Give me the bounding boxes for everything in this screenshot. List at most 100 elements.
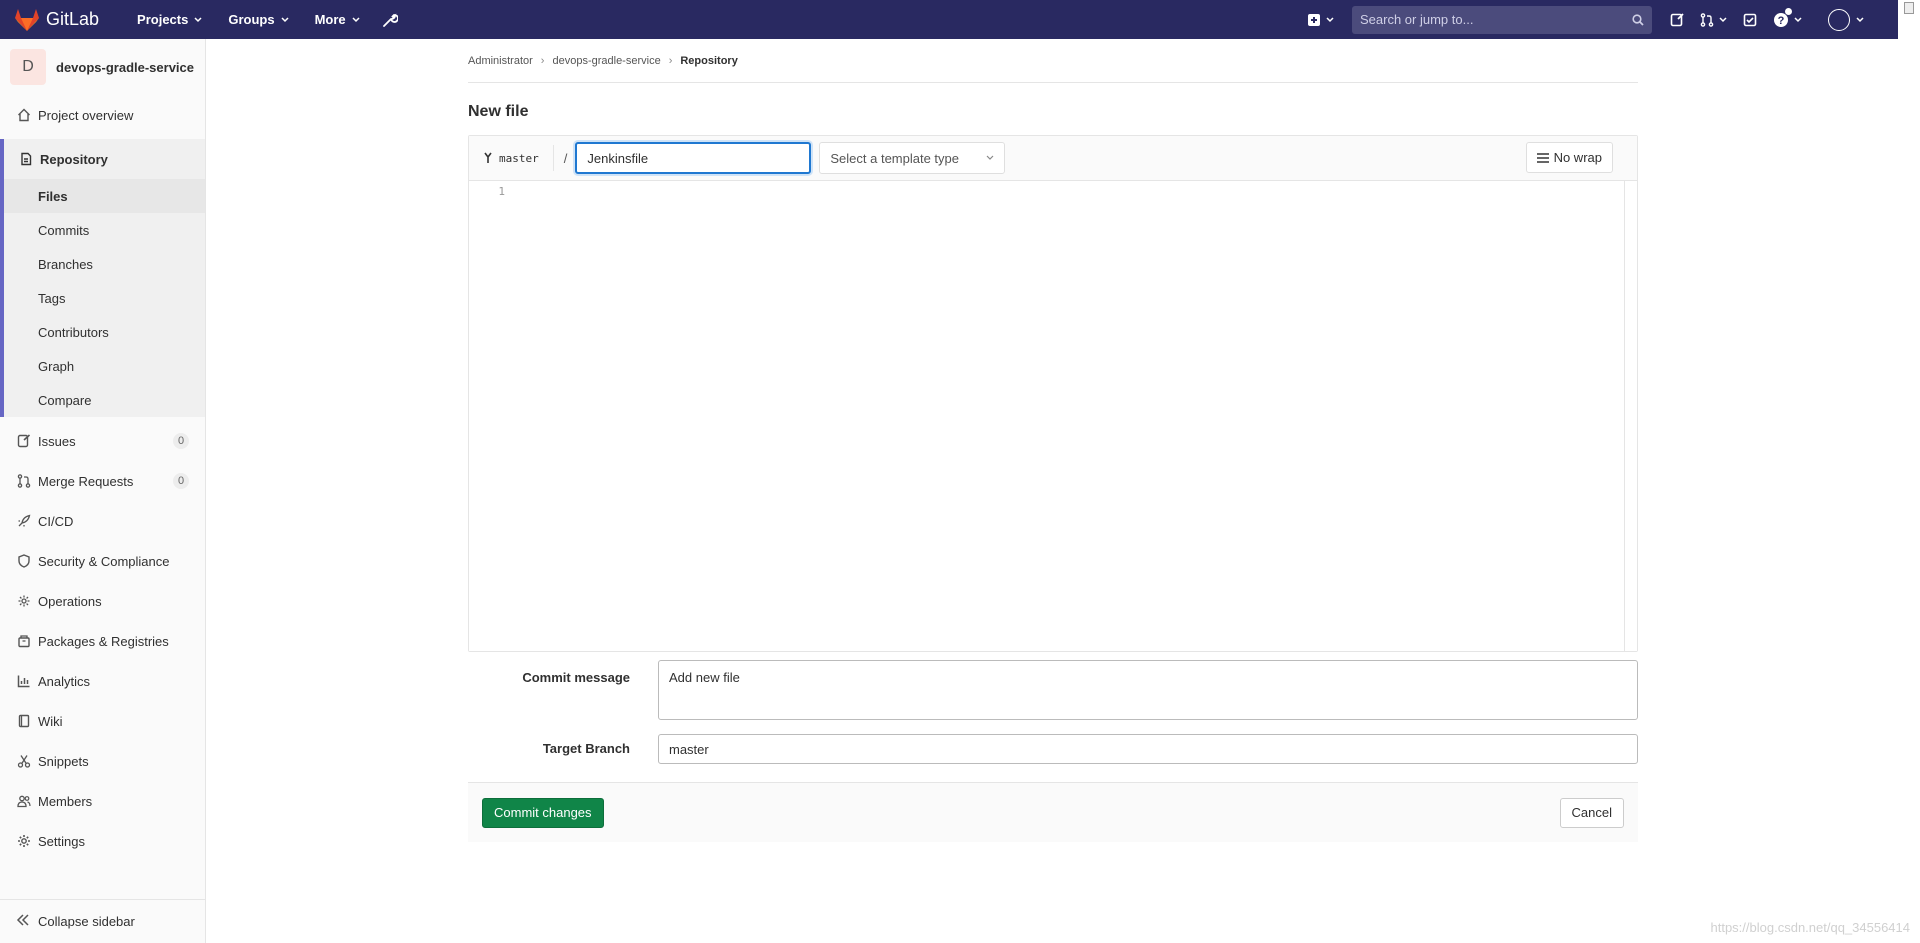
projects-dropdown[interactable]: Projects xyxy=(137,12,202,27)
no-wrap-button[interactable]: No wrap xyxy=(1525,142,1613,173)
breadcrumb-item-administrator[interactable]: Administrator xyxy=(468,55,533,67)
sidebar-item-settings[interactable]: Settings xyxy=(0,821,205,861)
commit-message-textarea[interactable]: Add new file xyxy=(658,660,1638,720)
sidebar-item-label: Members xyxy=(38,793,93,809)
sidebar-project-header[interactable]: D devops-gradle-service xyxy=(0,39,205,95)
todos-nav-button[interactable] xyxy=(1735,0,1765,39)
sidebar-item-security[interactable]: Security & Compliance xyxy=(0,541,205,581)
file-name-input[interactable] xyxy=(575,142,812,174)
project-name: devops-gradle-service xyxy=(56,59,195,75)
editor-header: master / Select a template type No wrap xyxy=(469,136,1637,181)
admin-area-link[interactable] xyxy=(382,12,398,28)
issues-count-badge: 0 xyxy=(173,433,189,449)
sidebar-item-issues[interactable]: Issues 0 xyxy=(0,421,205,461)
sidebar-item-label: Issues xyxy=(38,433,76,449)
sidebar-item-label: Project overview xyxy=(38,107,134,123)
sidebar-subitem-files[interactable]: Files xyxy=(4,179,205,213)
sidebar-item-project-overview[interactable]: Project overview xyxy=(0,95,205,135)
plus-square-icon xyxy=(1308,13,1320,26)
sidebar-item-cicd[interactable]: CI/CD xyxy=(0,501,205,541)
commit-message-row: Commit message Add new file xyxy=(468,660,1638,720)
chevron-down-icon xyxy=(1794,16,1802,22)
sidebar-item-label: Packages & Registries xyxy=(38,633,169,649)
more-dropdown[interactable]: More xyxy=(315,12,360,27)
window-scrollbar[interactable] xyxy=(1898,0,1920,943)
branch-name: master xyxy=(499,151,539,165)
sidebar-item-repository[interactable]: Repository xyxy=(4,139,205,179)
brand-name: GitLab xyxy=(46,9,100,29)
breadcrumb-item-project[interactable]: devops-gradle-service xyxy=(552,55,660,67)
sidebar-item-label: Repository xyxy=(40,151,108,167)
chevron-right-icon: › xyxy=(668,54,673,67)
issues-nav-button[interactable] xyxy=(1662,0,1692,39)
groups-label: Groups xyxy=(228,12,275,27)
sidebar-subitem-branches[interactable]: Branches xyxy=(4,247,205,281)
branch-indicator: master xyxy=(483,152,539,165)
sidebar-subitem-compare[interactable]: Compare xyxy=(4,383,205,417)
code-editor-area[interactable]: 1 xyxy=(469,181,1637,651)
sidebar-item-label: Security & Compliance xyxy=(38,553,170,569)
project-sidebar: D devops-gradle-service Project overview… xyxy=(0,39,206,943)
wrench-icon xyxy=(382,12,398,27)
double-chevron-left-icon xyxy=(16,913,32,930)
collapse-sidebar-button[interactable]: Collapse sidebar xyxy=(0,899,206,943)
breadcrumb-item-repository[interactable]: Repository xyxy=(680,55,737,67)
gear-icon xyxy=(16,833,32,849)
sidebar-subitem-graph[interactable]: Graph xyxy=(4,349,205,383)
chevron-down-icon xyxy=(1326,16,1334,22)
new-item-dropdown[interactable] xyxy=(1299,0,1342,39)
merge-requests-nav-dropdown[interactable] xyxy=(1692,0,1735,39)
editor-scrollbar-track[interactable] xyxy=(1624,181,1625,651)
sidebar-item-merge-requests[interactable]: Merge Requests 0 xyxy=(0,461,205,501)
sidebar-item-operations[interactable]: Operations xyxy=(0,581,205,621)
no-wrap-label: No wrap xyxy=(1553,150,1602,165)
groups-dropdown[interactable]: Groups xyxy=(228,12,289,27)
sidebar-item-members[interactable]: Members xyxy=(0,781,205,821)
template-type-select[interactable]: Select a template type xyxy=(819,142,1006,174)
sidebar-subitem-commits[interactable]: Commits xyxy=(4,213,205,247)
sidebar-item-analytics[interactable]: Analytics xyxy=(0,661,205,701)
sidebar-item-label: Operations xyxy=(38,593,102,609)
user-avatar xyxy=(1828,8,1850,31)
target-branch-row: Target Branch master xyxy=(468,734,1638,764)
target-branch-input[interactable]: master xyxy=(658,734,1638,764)
cancel-button[interactable]: Cancel xyxy=(1559,797,1624,828)
user-menu-dropdown[interactable] xyxy=(1810,0,1876,39)
users-icon xyxy=(16,793,32,809)
notification-dot-icon xyxy=(1785,8,1792,15)
help-dropdown[interactable]: ? xyxy=(1765,0,1810,39)
chevron-down-icon xyxy=(194,16,202,22)
project-avatar: D xyxy=(10,49,46,85)
gitlab-home-link[interactable]: GitLab xyxy=(14,0,99,39)
scroll-knob[interactable] xyxy=(1904,2,1914,14)
more-label: More xyxy=(314,12,346,27)
sidebar-item-label: Analytics xyxy=(38,673,91,689)
sidebar-item-label: Snippets xyxy=(38,753,89,769)
svg-text:?: ? xyxy=(1778,15,1785,27)
chevron-down-icon xyxy=(281,16,289,22)
sidebar-group-repository: Repository Files Commits Branches Tags C… xyxy=(0,139,205,417)
sidebar-subitem-contributors[interactable]: Contributors xyxy=(4,315,205,349)
sidebar-item-wiki[interactable]: Wiki xyxy=(0,701,205,741)
sidebar-item-packages[interactable]: Packages & Registries xyxy=(0,621,205,661)
issues-icon xyxy=(1670,12,1684,26)
issues-icon xyxy=(16,433,32,449)
projects-label: Projects xyxy=(137,12,189,27)
page-title: New file xyxy=(468,103,529,120)
wrap-lines-icon xyxy=(1536,152,1549,163)
sidebar-subitem-tags[interactable]: Tags xyxy=(4,281,205,315)
merge-request-icon xyxy=(1700,12,1714,27)
sidebar-item-label: CI/CD xyxy=(38,513,74,529)
navbar-right: Search or jump to... ? xyxy=(1299,0,1876,39)
main-content: Administrator › devops-gradle-service › … xyxy=(468,39,1638,842)
branch-icon xyxy=(484,152,492,163)
sidebar-item-label: Wiki xyxy=(38,713,63,729)
sidebar-item-snippets[interactable]: Snippets xyxy=(0,741,205,781)
top-navbar: GitLab Projects Groups More Search or ju… xyxy=(0,0,1898,39)
shield-icon xyxy=(16,553,32,569)
search-input[interactable]: Search or jump to... xyxy=(1352,5,1652,34)
commit-changes-button[interactable]: Commit changes xyxy=(482,797,604,828)
file-editor: master / Select a template type No wrap … xyxy=(468,135,1638,652)
chevron-down-icon xyxy=(352,16,360,22)
package-icon xyxy=(16,633,32,649)
